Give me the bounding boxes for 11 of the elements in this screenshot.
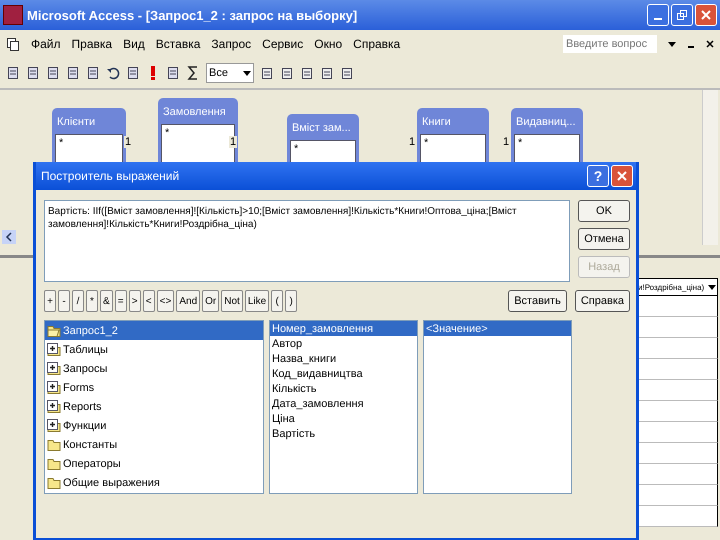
window-title: Microsoft Access - [Запрос1_2 : запрос на выборку] [27,8,358,22]
table-title: Замовлення [162,105,227,120]
table-title: Книги [421,115,452,130]
table-title: Вміст зам... [291,121,352,136]
join-label: 1 [502,136,510,148]
join-label: 1 [229,136,238,148]
table-title: Видавниц... [515,115,577,130]
table-title: Клієнти [56,115,96,130]
join-label: 1 [408,136,416,148]
join-label: 1 [124,136,132,148]
dialog-title: Построитель выражений [41,169,180,183]
